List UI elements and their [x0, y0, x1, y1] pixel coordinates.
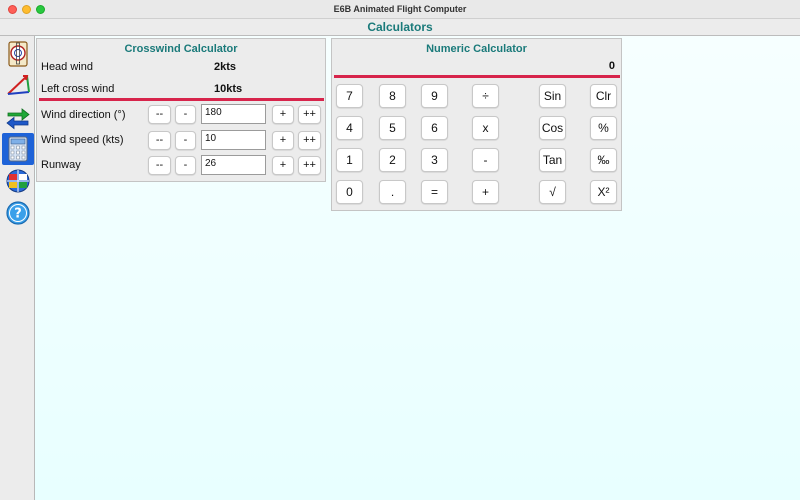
wind-speed-input[interactable]: 10	[201, 130, 266, 150]
page-title: Calculators	[367, 20, 433, 34]
key-percent-button[interactable]: %	[590, 116, 617, 140]
wind-speed-decrease-big-button[interactable]: --	[148, 131, 171, 150]
sidebar-item-world[interactable]	[4, 167, 32, 195]
wind-speed-increase-big-button[interactable]: ++	[298, 131, 321, 150]
crosswind-title: Crosswind Calculator	[124, 43, 238, 55]
wind-direction-label: Wind direction (°)	[41, 109, 126, 121]
key-tan-button[interactable]: Tan	[539, 148, 566, 172]
wind-direction-increase-button[interactable]: +	[272, 105, 294, 124]
calculator-display: 0	[608, 60, 615, 72]
runway-increase-button[interactable]: +	[272, 156, 294, 175]
key-cos-button[interactable]: Cos	[539, 116, 566, 140]
numeric-title: Numeric Calculator	[426, 43, 527, 55]
key-permille-button[interactable]: ‰	[590, 148, 617, 172]
key-square-button[interactable]: X²	[590, 180, 617, 204]
sidebar: ?	[0, 36, 35, 500]
wind-direction-decrease-big-button[interactable]: --	[148, 105, 171, 124]
page-header: Calculators	[0, 19, 800, 36]
sidebar-item-conversions[interactable]	[4, 104, 32, 132]
key-minus-button[interactable]: -	[472, 148, 499, 172]
wind-direction-increase-big-button[interactable]: ++	[298, 105, 321, 124]
flight-computer-icon	[8, 41, 28, 67]
key-6-button[interactable]: 6	[421, 116, 448, 140]
key-1-button[interactable]: 1	[336, 148, 363, 172]
triangle-vector-icon	[7, 75, 30, 95]
title-bar: E6B Animated Flight Computer	[0, 0, 800, 19]
sidebar-item-help[interactable]: ?	[4, 199, 32, 227]
crosswind-calculator-panel: Crosswind Calculator Head wind 2kts Left…	[36, 38, 326, 182]
wind-speed-label: Wind speed (kts)	[41, 134, 124, 146]
svg-text:?: ?	[14, 207, 22, 222]
key-divide-button[interactable]: ÷	[472, 84, 499, 108]
globe-flags-icon	[6, 169, 30, 193]
sidebar-item-flight-computer[interactable]	[4, 40, 32, 68]
head-wind-label: Head wind	[41, 61, 93, 73]
key-2-button[interactable]: 2	[379, 148, 406, 172]
unit-conversion-arrows-icon	[6, 108, 30, 130]
key-9-button[interactable]: 9	[421, 84, 448, 108]
key-clear-button[interactable]: Clr	[590, 84, 617, 108]
key-decimal-button[interactable]: .	[379, 180, 406, 204]
sidebar-item-calculators[interactable]	[2, 133, 34, 165]
runway-decrease-button[interactable]: -	[175, 156, 196, 175]
head-wind-value: 2kts	[214, 61, 237, 73]
calculator-icon	[8, 136, 28, 162]
display-divider	[334, 75, 620, 78]
key-multiply-button[interactable]: x	[472, 116, 499, 140]
cross-wind-value: 10kts	[214, 83, 243, 95]
key-0-button[interactable]: 0	[336, 180, 363, 204]
key-7-button[interactable]: 7	[336, 84, 363, 108]
key-5-button[interactable]: 5	[379, 116, 406, 140]
key-3-button[interactable]: 3	[421, 148, 448, 172]
numeric-calculator-panel: Numeric Calculator 0 7 8 9 ÷ Sin Clr 4 5 6 x Cos% 1…	[331, 38, 622, 211]
runway-input[interactable]: 26	[201, 155, 266, 175]
results-divider	[39, 98, 324, 101]
key-8-button[interactable]: 8	[379, 84, 406, 108]
cross-wind-label: Left cross wind	[41, 83, 115, 95]
key-equals-button[interactable]: =	[421, 180, 448, 204]
key-4-button[interactable]: 4	[336, 116, 363, 140]
key-sin-button[interactable]: Sin	[539, 84, 566, 108]
window-title: E6B Animated Flight Computer	[333, 4, 467, 14]
help-icon: ?	[6, 201, 30, 225]
runway-decrease-big-button[interactable]: --	[148, 156, 171, 175]
runway-label: Runway	[41, 159, 81, 171]
wind-direction-input[interactable]: 180	[201, 104, 266, 124]
sidebar-item-wind-triangle[interactable]	[4, 71, 32, 99]
wind-speed-decrease-button[interactable]: -	[175, 131, 196, 150]
key-plus-button[interactable]: +	[472, 180, 499, 204]
runway-increase-big-button[interactable]: ++	[298, 156, 321, 175]
key-sqrt-button[interactable]: √	[539, 180, 566, 204]
wind-speed-increase-button[interactable]: +	[272, 131, 294, 150]
wind-direction-decrease-button[interactable]: -	[175, 105, 196, 124]
